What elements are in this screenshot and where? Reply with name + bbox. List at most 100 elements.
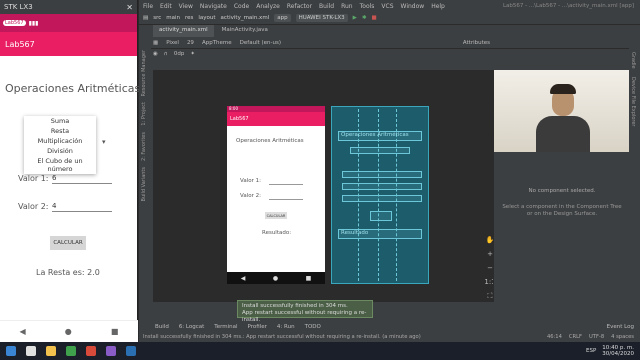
cursor-position[interactable]: 46:14 — [547, 334, 562, 340]
blueprint-row[interactable] — [342, 195, 422, 202]
tool-favorites[interactable]: 2: Favorites — [141, 132, 147, 161]
status-chip: Lab567 — [3, 20, 26, 26]
tab-main-activity[interactable]: MainActivity.java — [215, 25, 274, 37]
valor2-input[interactable]: 4 — [52, 202, 112, 212]
menu-help[interactable]: Help — [431, 3, 445, 10]
blueprint-view[interactable]: Operaciones Aritméticas Resultado — [331, 106, 429, 284]
menu-view[interactable]: View — [179, 3, 193, 10]
android-studio-icon[interactable] — [66, 346, 76, 356]
dropdown-option[interactable]: Suma — [24, 116, 96, 126]
menu-build[interactable]: Build — [319, 3, 334, 10]
home-icon[interactable]: ● — [65, 327, 72, 336]
blueprint-button[interactable] — [370, 211, 392, 221]
api-select[interactable]: 29 — [187, 40, 194, 46]
close-icon[interactable]: ✕ — [126, 3, 133, 12]
language-indicator[interactable]: ESP — [586, 348, 596, 354]
main-toolbar: ▤ src main res layout activity_main.xml … — [139, 12, 640, 25]
theme-select[interactable]: AppTheme — [202, 40, 232, 46]
preview-result[interactable]: Resultado: — [262, 230, 291, 236]
tool-todo[interactable]: TODO — [305, 324, 321, 330]
tool-profiler[interactable]: Profiler — [248, 324, 267, 330]
tool-run[interactable]: 4: Run — [277, 324, 295, 330]
locale-select[interactable]: Default (en-us) — [240, 40, 281, 46]
dropdown-option[interactable]: Multiplicación — [24, 136, 96, 146]
breadcrumb-layout[interactable]: layout — [198, 15, 215, 21]
device-select[interactable]: Pixel — [166, 40, 179, 46]
tool-device-explorer[interactable]: Device File Explorer — [630, 77, 636, 126]
encoding[interactable]: UTF-8 — [589, 334, 604, 340]
run-icon[interactable]: ▶ — [353, 15, 357, 21]
palette-icon[interactable]: ▦ — [153, 40, 158, 46]
calculate-button[interactable]: CALCULAR — [50, 236, 86, 250]
tool-project[interactable]: 1: Project — [141, 102, 147, 126]
menu-file[interactable]: File — [143, 3, 153, 10]
home-icon: ● — [272, 274, 279, 282]
breadcrumb-src[interactable]: src — [153, 15, 161, 21]
breadcrumb-file[interactable]: activity_main.xml — [221, 15, 270, 21]
folder-icon[interactable]: ▤ — [143, 15, 148, 21]
menu-window[interactable]: Window — [401, 3, 425, 10]
magnet-icon[interactable]: ∩ — [164, 51, 168, 57]
tool-build-variants[interactable]: Build Variants — [141, 167, 147, 201]
tab-activity-main[interactable]: activity_main.xml — [153, 25, 214, 37]
run-config-select[interactable]: app — [274, 14, 291, 22]
line-separator[interactable]: CRLF — [569, 334, 582, 340]
blueprint-spinner[interactable] — [350, 147, 410, 154]
event-log-button[interactable]: Event Log — [607, 324, 634, 330]
debug-icon[interactable]: ✱ — [362, 15, 367, 21]
menu-code[interactable]: Code — [234, 3, 249, 10]
preview-app-title: Lab567 — [230, 116, 249, 122]
preview-valor2-input[interactable] — [269, 199, 303, 200]
tool-resource-manager[interactable]: Resource Manager — [141, 50, 147, 96]
blueprint-heading[interactable]: Operaciones Aritméticas — [338, 131, 422, 141]
tool-gradle[interactable]: Gradle — [630, 52, 636, 69]
dropdown-option[interactable]: División — [24, 146, 96, 156]
margin-value[interactable]: 0dp — [174, 51, 184, 57]
install-toast[interactable]: Install successfully finished in 304 ms.… — [237, 300, 373, 323]
app-icon[interactable] — [106, 346, 116, 356]
breadcrumb-res[interactable]: res — [185, 15, 193, 21]
fit-screen-icon[interactable]: ⛶ — [488, 292, 493, 301]
chrome-icon[interactable] — [86, 346, 96, 356]
recents-icon[interactable]: ■ — [111, 327, 119, 336]
blueprint-result[interactable]: Resultado — [338, 229, 422, 239]
design-surface[interactable]: 8:00 Lab567 Operaciones Aritméticas Valo… — [153, 70, 496, 302]
preview-valor2-label[interactable]: Valor 2: — [240, 193, 261, 199]
file-explorer-icon[interactable] — [46, 346, 56, 356]
preview-valor1-label[interactable]: Valor 1: — [240, 178, 261, 184]
menu-refactor[interactable]: Refactor — [287, 3, 312, 10]
indent[interactable]: 4 spaces — [611, 334, 634, 340]
menu-navigate[interactable]: Navigate — [200, 3, 227, 10]
menu-edit[interactable]: Edit — [160, 3, 172, 10]
stop-icon[interactable]: ■ — [372, 15, 377, 21]
tool-logcat[interactable]: 6: Logcat — [179, 324, 204, 330]
back-icon[interactable]: ◀ — [20, 327, 26, 336]
phone-body: Operaciones Aritméticas Suma Resta Multi… — [0, 56, 140, 306]
blueprint-row[interactable] — [342, 183, 422, 190]
word-icon[interactable] — [126, 346, 136, 356]
preview-valor1-input[interactable] — [269, 184, 303, 185]
dropdown-option[interactable]: El Cubo de un número — [24, 156, 96, 174]
device-select[interactable]: HUAWEI STK-LX3 — [295, 14, 348, 22]
menu-vcs[interactable]: VCS — [381, 3, 393, 10]
attributes-title: Attributes — [462, 39, 490, 46]
menu-run[interactable]: Run — [341, 3, 353, 10]
wand-icon[interactable]: ✦ — [190, 51, 195, 57]
design-preview[interactable]: 8:00 Lab567 Operaciones Aritméticas Valo… — [227, 106, 325, 284]
clock[interactable]: 10:40 p. m. 30/04/2020 — [602, 345, 634, 357]
operation-dropdown[interactable]: Suma Resta Multiplicación División El Cu… — [24, 116, 96, 174]
tool-build[interactable]: Build — [155, 324, 169, 330]
menu-tools[interactable]: Tools — [360, 3, 375, 10]
tool-terminal[interactable]: Terminal — [214, 324, 237, 330]
chevron-down-icon[interactable]: ▾ — [102, 138, 106, 146]
search-icon[interactable] — [26, 346, 36, 356]
menu-analyze[interactable]: Analyze — [256, 3, 280, 10]
eye-icon[interactable]: ◉ — [153, 51, 158, 57]
valor1-input[interactable]: 6 — [52, 174, 112, 184]
start-icon[interactable] — [6, 346, 16, 356]
blueprint-row[interactable] — [342, 171, 422, 178]
preview-calculate-button[interactable]: CALCULAR — [265, 212, 287, 219]
breadcrumb-main[interactable]: main — [166, 15, 180, 21]
dropdown-option[interactable]: Resta — [24, 126, 96, 136]
preview-heading[interactable]: Operaciones Aritméticas — [236, 138, 304, 144]
